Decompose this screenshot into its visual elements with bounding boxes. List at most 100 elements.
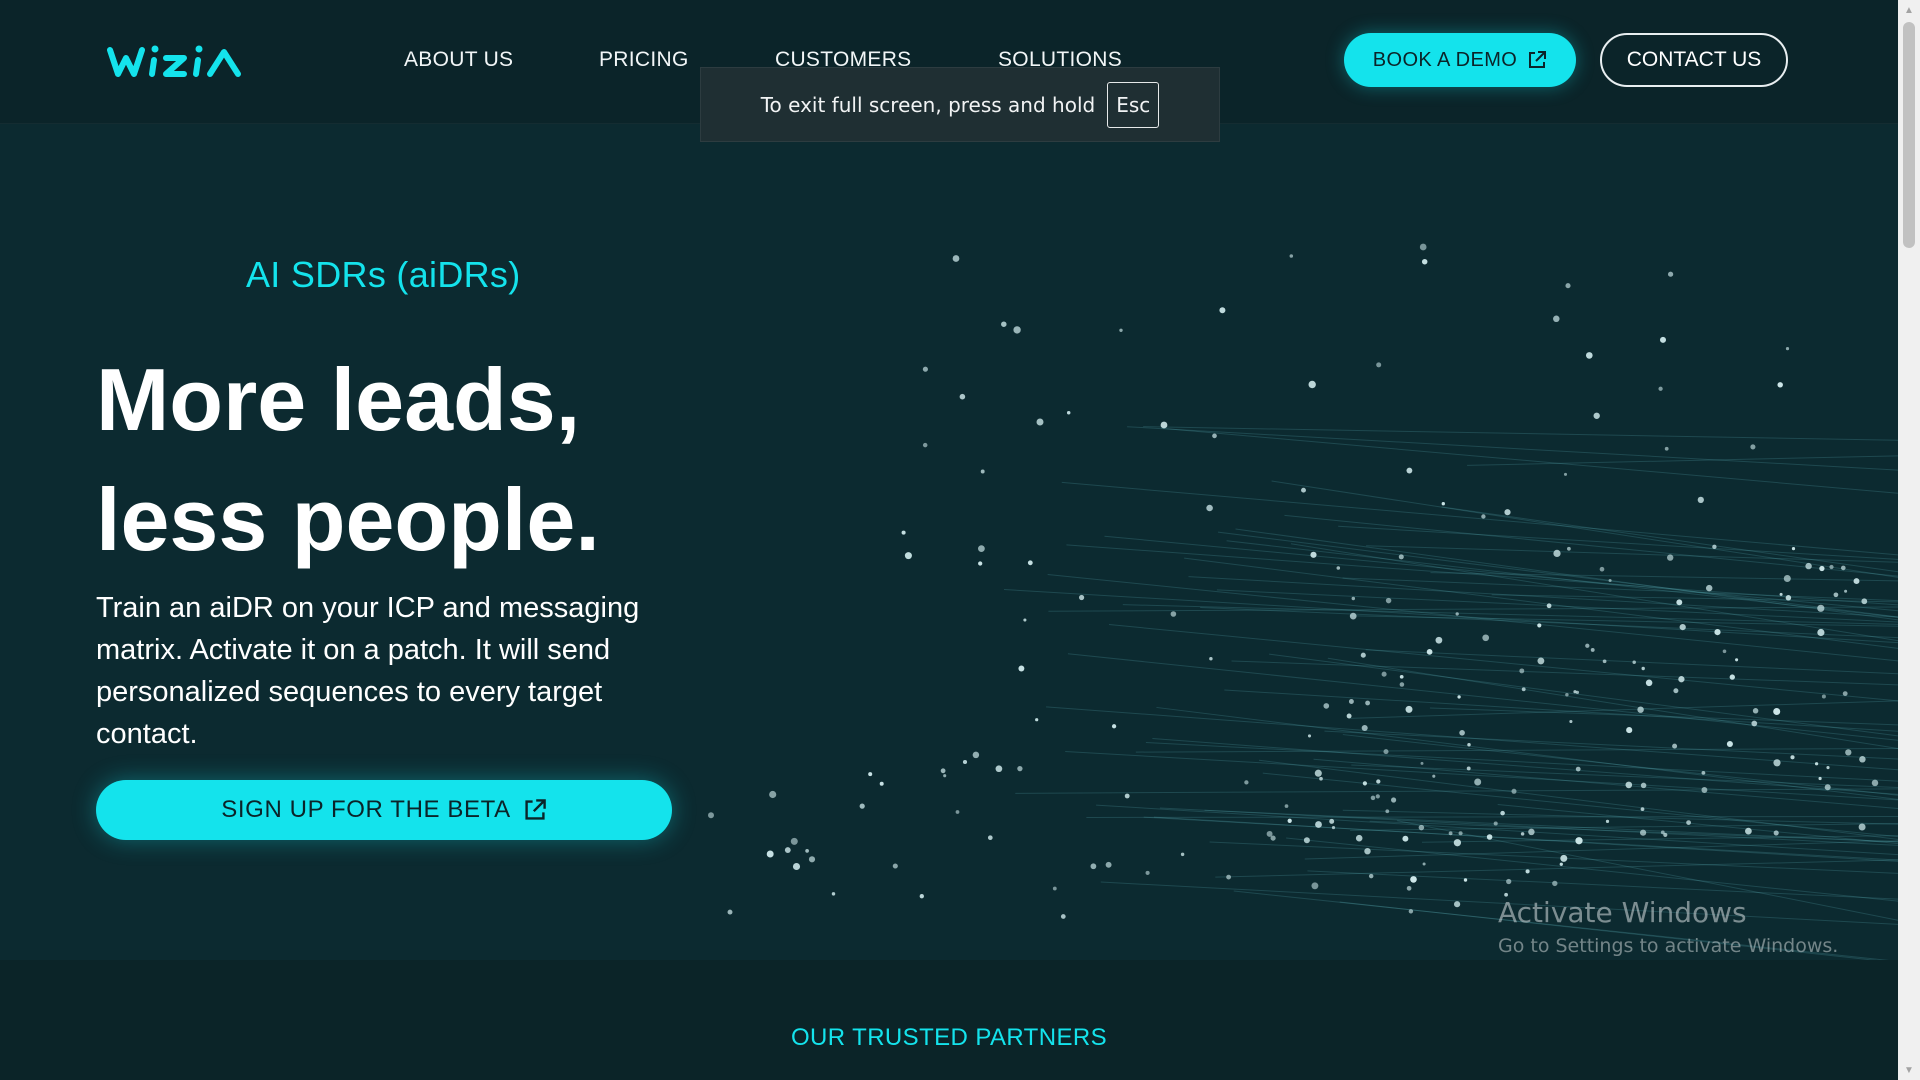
particle-dot (1419, 243, 1427, 251)
sign-up-beta-label: SIGN UP FOR THE BETA (221, 796, 511, 823)
particle-dot (1712, 544, 1717, 549)
particle-dot (1814, 762, 1819, 766)
particle-streak (1441, 506, 1898, 573)
particle-dot (1821, 694, 1826, 699)
particle-dot (1090, 863, 1097, 870)
particle-dot (1779, 592, 1783, 596)
particle-dot (1170, 611, 1177, 617)
particle-dot (1370, 795, 1376, 801)
scrollbar-thumb[interactable] (1903, 22, 1915, 248)
particle-dot (1381, 671, 1387, 677)
nav-pricing[interactable]: PRICING (599, 48, 689, 72)
particle-dot (1079, 594, 1085, 601)
particle-dot (1482, 634, 1490, 642)
particle-streak (1067, 653, 1898, 741)
particle-dot (1289, 254, 1294, 258)
headline-line-2: less people. (96, 470, 600, 569)
particle-dot (1667, 554, 1674, 561)
particle-dot (1013, 326, 1021, 334)
particle-dot (1319, 776, 1323, 781)
hero-eyebrow: AI SDRs (aiDRs) (246, 254, 521, 295)
particle-dot (1559, 862, 1563, 866)
book-demo-button[interactable]: BOOK A DEMO (1344, 33, 1576, 87)
particle-dot (1346, 713, 1352, 719)
particle-dot (1457, 695, 1461, 699)
particle-dot (1745, 827, 1752, 835)
particle-dot (1525, 869, 1530, 874)
particle-dot (1375, 794, 1380, 799)
esc-key-badge: Esc (1107, 81, 1160, 128)
particle-dot (1349, 612, 1357, 620)
particle-dot (1511, 788, 1517, 794)
wizia-logo[interactable] (104, 36, 248, 84)
particle-dot (1368, 873, 1374, 879)
particle-dot (784, 847, 791, 854)
particle-streak (1086, 815, 1898, 818)
particle-dot (1391, 797, 1397, 803)
particle-dot (1023, 618, 1027, 622)
particle-dot (1441, 502, 1445, 506)
particle-dot (1361, 724, 1368, 732)
particle-dot (1111, 724, 1117, 729)
particle-dot (1458, 831, 1463, 836)
particle-dot (1027, 560, 1033, 566)
particle-dot (922, 366, 928, 372)
particle-dot (1729, 674, 1735, 680)
particle-dot (1466, 766, 1471, 771)
particle-dot (1537, 623, 1542, 628)
particle-dot (790, 837, 798, 845)
sign-up-beta-button[interactable]: SIGN UP FOR THE BETA (96, 780, 672, 840)
particle-dot (1575, 766, 1581, 772)
particle-dot (1206, 504, 1213, 512)
particle-dot (1783, 574, 1791, 583)
particle-dot (1500, 810, 1505, 816)
particle-dot (1474, 778, 1482, 786)
particle-dot (792, 862, 801, 871)
particle-dot (1805, 562, 1812, 570)
particle-dot (1640, 782, 1647, 789)
particle-dot (1212, 433, 1217, 439)
particle-dot (708, 812, 714, 819)
particle-dot (1463, 878, 1468, 882)
particle-dot (879, 781, 884, 786)
scroll-up-arrow-icon[interactable]: ▲ (1898, 0, 1920, 20)
particle-dot (1750, 444, 1756, 450)
particle-dot (1124, 793, 1130, 799)
particle-dot (1119, 328, 1123, 332)
nav-about-us[interactable]: ABOUT US (404, 48, 513, 72)
particle-dot (1552, 880, 1558, 887)
particle-dot (1840, 565, 1846, 571)
contact-us-button[interactable]: CONTACT US (1600, 33, 1788, 87)
particle-dot (1209, 656, 1213, 661)
particle-dot (1826, 766, 1830, 770)
particle-dot (952, 255, 960, 262)
fullscreen-toast-text: To exit full screen, press and hold (760, 92, 1096, 117)
particle-dot (892, 863, 898, 869)
particle-dot (1773, 707, 1781, 716)
particle-dot (1244, 780, 1249, 785)
particle-dot (978, 545, 985, 552)
particle-dot (1678, 676, 1685, 683)
particle-streak (1096, 804, 1898, 856)
particle-streak (1271, 480, 1898, 578)
particle-dot (1553, 549, 1561, 558)
particle-dot (1399, 674, 1404, 679)
particle-dot (859, 803, 865, 809)
particle-dot (955, 810, 960, 814)
particle-dot (1365, 700, 1371, 706)
particle-dot (1664, 446, 1669, 451)
particle-dot (1773, 830, 1779, 836)
particle-dot (1726, 740, 1733, 748)
particle-dot (1315, 821, 1322, 828)
headline-line-1: More leads, (96, 350, 581, 449)
particle-dot (1383, 749, 1389, 755)
scroll-down-arrow-icon[interactable]: ▼ (1898, 1060, 1920, 1080)
particle-dot (959, 393, 966, 400)
vertical-scrollbar[interactable]: ▲ ▼ (1898, 0, 1920, 1080)
particle-dot (978, 561, 983, 566)
particle-dot (1035, 718, 1039, 722)
particle-dot (1641, 666, 1645, 671)
hero-headline: More leads, less people. (96, 340, 600, 580)
particle-dot (1672, 743, 1678, 749)
particle-dot (1845, 749, 1852, 756)
